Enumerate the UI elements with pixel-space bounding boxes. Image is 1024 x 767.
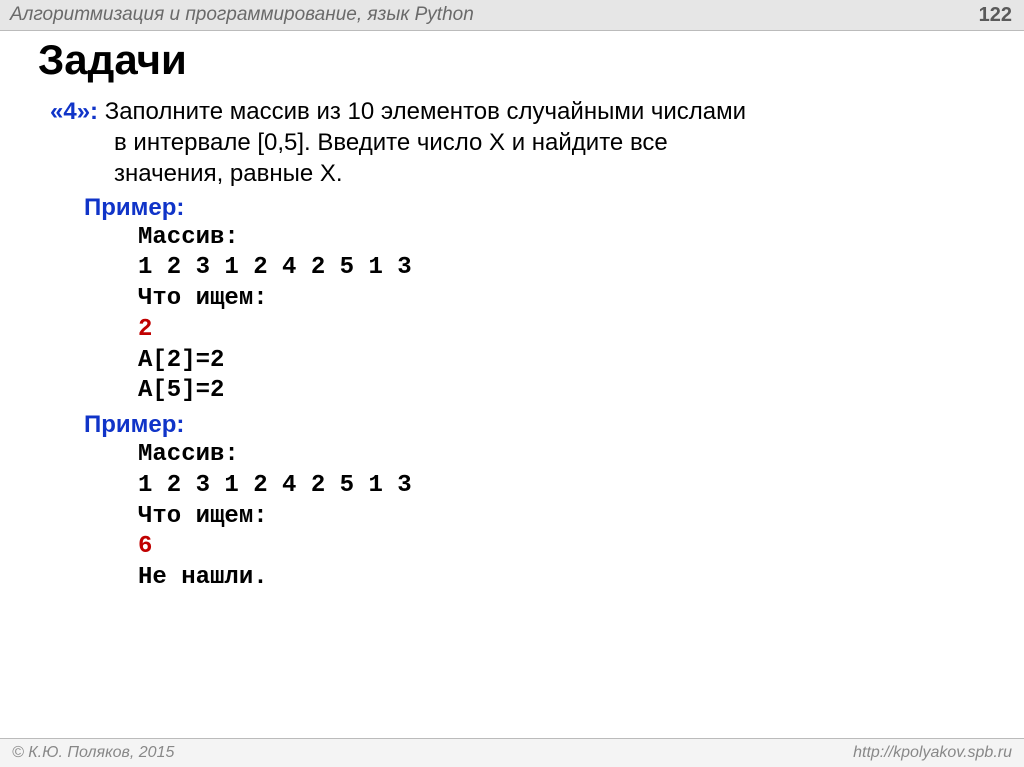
example-2-label: Пример: [84, 409, 994, 440]
example-2-array-label: Массив: [138, 440, 994, 471]
page-number: 122 [979, 4, 1012, 27]
task-line-2: в интервале [0,5]. Введите число X и най… [114, 127, 994, 158]
example-1-result-1: A[2]=2 [138, 346, 994, 377]
example-1-result-2: A[5]=2 [138, 376, 994, 407]
content-area: «4»: Заполните массив из 10 элементов сл… [50, 96, 994, 594]
footer-copyright: © К.Ю. Поляков, 2015 [12, 744, 174, 762]
example-2-search-value: 6 [138, 532, 994, 563]
slide-header: Алгоритмизация и программирование, язык … [0, 0, 1024, 31]
example-2-array: 1 2 3 1 2 4 2 5 1 3 [138, 471, 994, 502]
task-line-3: значения, равные X. [114, 158, 994, 189]
example-1-label: Пример: [84, 192, 994, 223]
example-1-search-value: 2 [138, 315, 994, 346]
example-2-search-label: Что ищем: [138, 502, 994, 533]
example-1-search-label: Что ищем: [138, 284, 994, 315]
footer-url: http://kpolyakov.spb.ru [853, 744, 1012, 762]
task-statement: «4»: Заполните массив из 10 элементов сл… [50, 96, 994, 190]
grade-label: «4»: [50, 98, 98, 125]
task-line-1: Заполните массив из 10 элементов случайн… [98, 98, 746, 125]
example-1-array: 1 2 3 1 2 4 2 5 1 3 [138, 253, 994, 284]
example-2-result: Не нашли. [138, 563, 994, 594]
example-1-array-label: Массив: [138, 223, 994, 254]
page-title: Задачи [38, 36, 187, 84]
slide-footer: © К.Ю. Поляков, 2015 http://kpolyakov.sp… [0, 738, 1024, 767]
header-title: Алгоритмизация и программирование, язык … [10, 4, 474, 26]
